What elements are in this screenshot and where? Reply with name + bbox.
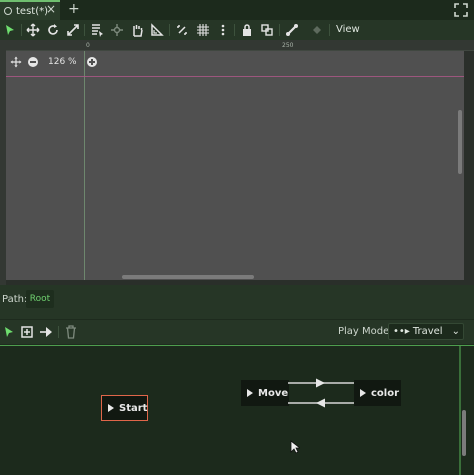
state-node-label: Start (119, 402, 148, 414)
tab-title: test(*) (16, 5, 49, 17)
pan-icon[interactable] (130, 23, 144, 37)
bone-icon[interactable] (285, 23, 299, 37)
zoom-controls: 126 % (10, 55, 97, 69)
editor-toolbar: View (0, 20, 474, 40)
toolbar-separator (279, 24, 280, 36)
mouse-cursor-icon (290, 440, 300, 454)
state-node-label: color (371, 387, 400, 399)
origin-vertical-line (84, 51, 85, 280)
scale-icon[interactable] (66, 23, 80, 37)
ruler-tick: 250 (282, 42, 294, 49)
path-label: Path: (2, 294, 28, 305)
lock-icon[interactable] (240, 23, 254, 37)
toolbar-separator (329, 24, 330, 36)
grid-snap-icon[interactable] (196, 23, 210, 37)
toolbar-separator (58, 326, 59, 338)
view-menu-button[interactable]: View (336, 24, 360, 35)
create-node-icon[interactable] (20, 325, 34, 339)
canvas-vertical-scrollbar[interactable] (458, 110, 462, 174)
more-icon[interactable] (216, 23, 230, 37)
travel-icon: ••▸ (393, 326, 410, 337)
list-select-icon[interactable] (90, 23, 104, 37)
ruler-tick: 0 (86, 42, 90, 49)
ruler-icon[interactable] (150, 23, 164, 37)
toolbar-separator (84, 24, 85, 36)
toolbar-separator (234, 24, 235, 36)
origin-horizontal-line (6, 76, 464, 77)
zoom-level[interactable]: 126 % (48, 57, 77, 67)
play-mode-value: Travel (412, 326, 443, 337)
select-icon[interactable] (3, 23, 17, 37)
state-node-move[interactable]: Move (241, 380, 289, 406)
add-tab-icon[interactable]: + (68, 1, 80, 17)
scene-icon (4, 7, 12, 15)
canvas-horizontal-scrollbar[interactable] (122, 275, 254, 279)
state-node-color[interactable]: color (354, 380, 401, 406)
path-bar (0, 285, 474, 319)
delete-icon (64, 325, 78, 339)
play-mode-select[interactable]: ••▸ Travel ⌄ (388, 323, 464, 340)
smart-snap-icon[interactable] (175, 23, 189, 37)
state-node-start[interactable]: Start (101, 395, 148, 421)
transition-links (288, 378, 354, 408)
transition-move-to-color[interactable] (288, 378, 354, 388)
toolbar-separator (169, 24, 170, 36)
group-icon[interactable] (260, 23, 274, 37)
graph-border (459, 346, 461, 475)
zoom-in-button[interactable] (86, 57, 97, 67)
path-root-button[interactable]: Root (26, 290, 54, 308)
play-icon[interactable] (360, 389, 366, 397)
connect-nodes-icon[interactable] (39, 325, 53, 339)
play-mode-label: Play Mode: (338, 326, 393, 337)
center-view-icon[interactable] (10, 56, 22, 68)
state-node-label: Move (258, 387, 289, 399)
play-icon[interactable] (108, 404, 114, 412)
transition-color-to-move[interactable] (288, 398, 354, 408)
select-node-icon[interactable] (2, 325, 16, 339)
play-icon[interactable] (247, 389, 253, 397)
zoom-out-button[interactable] (28, 57, 38, 67)
horizontal-ruler[interactable] (0, 40, 474, 51)
skeleton-icon (310, 23, 324, 37)
graph-vertical-scrollbar[interactable] (462, 410, 466, 456)
distraction-free-icon[interactable] (454, 3, 468, 17)
pivot-icon (110, 23, 124, 37)
toolbar-separator (21, 24, 22, 36)
move-icon[interactable] (26, 23, 40, 37)
state-machine-graph[interactable] (0, 345, 474, 475)
rotate-icon[interactable] (46, 23, 60, 37)
canvas-viewport[interactable] (6, 51, 464, 280)
chevron-down-icon: ⌄ (451, 326, 460, 337)
tab-close-icon[interactable]: × (46, 2, 56, 16)
